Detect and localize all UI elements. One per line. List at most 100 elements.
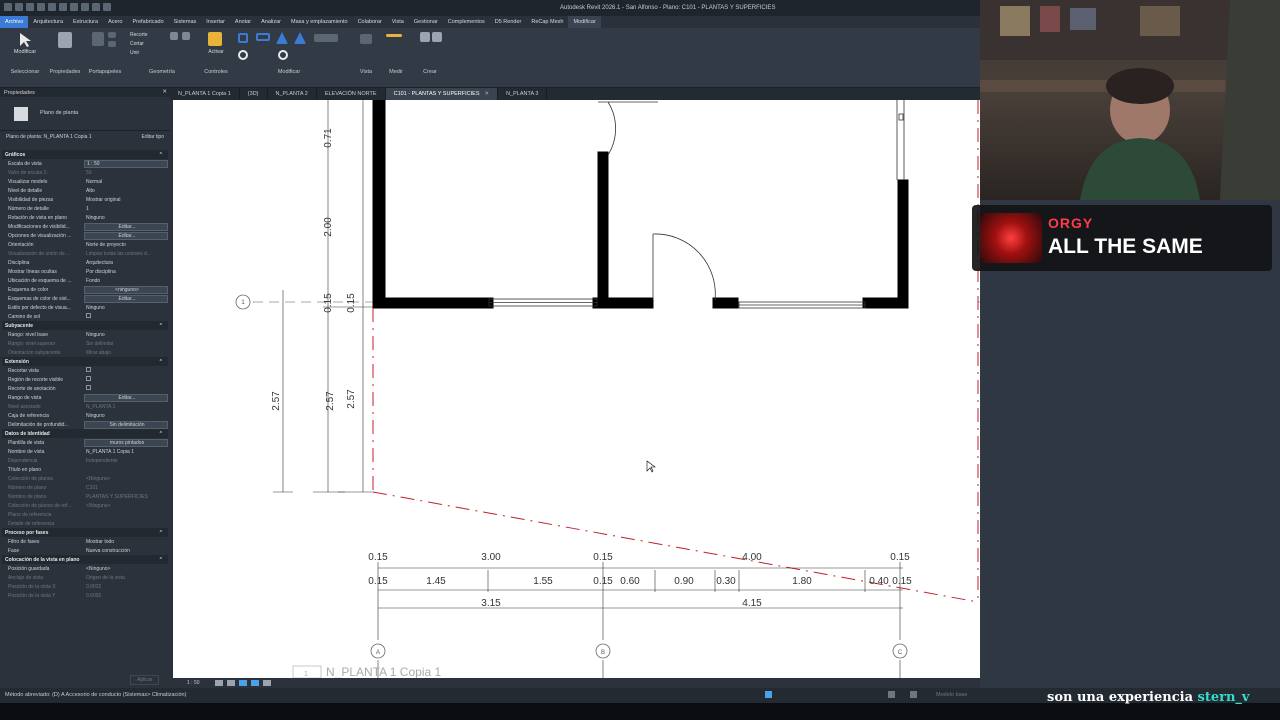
property-row[interactable]: Camino de sol <box>2 312 168 321</box>
collapse-icon[interactable]: ⌃ <box>159 359 163 365</box>
property-value[interactable]: Ninguno <box>84 305 168 311</box>
modify-button[interactable]: Modificar <box>4 49 46 55</box>
property-checkbox[interactable] <box>86 313 91 318</box>
property-value[interactable]: Fondo <box>84 278 168 284</box>
shadows-icon[interactable] <box>251 680 259 686</box>
property-row[interactable]: Dependencia Independiente <box>2 456 168 465</box>
property-row[interactable]: Ubicación de esquema de ... Fondo <box>2 276 168 285</box>
copy-icon[interactable] <box>108 32 116 38</box>
property-row[interactable]: Nivel de detalle Alto <box>2 186 168 195</box>
property-row[interactable]: Posición de la vista Y 0.6092 <box>2 591 168 600</box>
property-checkbox[interactable] <box>86 385 91 390</box>
property-row[interactable]: Orientación subyacente Mirar abajo <box>2 348 168 357</box>
activate-button[interactable]: Activar <box>198 49 234 55</box>
property-row[interactable]: Delimitación de profundid... Sin delimita… <box>2 420 168 429</box>
cursor-icon[interactable] <box>18 32 32 48</box>
menu-recap-mesh[interactable]: ReCap Mesh <box>526 19 568 25</box>
property-row[interactable]: Recortar vista <box>2 366 168 375</box>
apply-button[interactable]: Aplicar <box>130 675 160 685</box>
property-value[interactable] <box>84 385 168 392</box>
cope-button[interactable]: Recorte <box>130 31 148 40</box>
door-swing-2[interactable] <box>652 233 716 301</box>
property-row[interactable]: Número de detalle 1 <box>2 204 168 213</box>
property-row[interactable]: Recorte de anotación <box>2 384 168 393</box>
property-button[interactable]: Editar... <box>84 222 168 231</box>
menu-gestionar[interactable]: Gestionar <box>409 19 443 25</box>
property-category[interactable]: Gráficos ⌃ <box>2 150 168 159</box>
wall-bottom-mid[interactable] <box>592 297 654 309</box>
property-row[interactable]: Disciplina Arquitectura <box>2 258 168 267</box>
property-button[interactable]: <ninguno> <box>84 285 168 294</box>
tab-n-planta-2[interactable]: N_PLANTA 2 <box>268 88 317 100</box>
property-value[interactable]: Alto <box>84 188 168 194</box>
mirror-icon[interactable] <box>276 32 288 44</box>
property-row[interactable]: Visibilidad de piezas Mostrar original <box>2 195 168 204</box>
property-row[interactable]: Opciones de visualización ... Editar... <box>2 231 168 240</box>
property-row[interactable]: Nombre de vista N_PLANTA 1 Copia 1 <box>2 447 168 456</box>
sun-path-icon[interactable] <box>239 680 247 686</box>
edit-type-button[interactable]: Editar tipo <box>141 134 164 140</box>
activate-icon[interactable] <box>208 32 222 46</box>
split-face-icon[interactable] <box>182 32 190 40</box>
property-value[interactable]: Ninguno <box>84 332 168 338</box>
measure-icon[interactable] <box>81 3 89 11</box>
property-value[interactable]: <Ninguno> <box>84 566 168 572</box>
property-value[interactable] <box>84 367 168 374</box>
property-category[interactable]: Colocación de la vista en plano ⌃ <box>2 555 168 564</box>
cut-icon[interactable] <box>108 41 116 47</box>
property-row[interactable]: Mostrar líneas ocultas Por disciplina <box>2 267 168 276</box>
collapse-icon[interactable]: ⌃ <box>159 323 163 329</box>
property-row[interactable]: Plano de referencia <box>2 510 168 519</box>
properties-icon[interactable] <box>58 32 72 48</box>
property-row[interactable]: Caja de referencia Ninguno <box>2 411 168 420</box>
property-row[interactable]: Esquemas de color de sist... Editar... <box>2 294 168 303</box>
menu-archivo[interactable]: Archivo <box>0 16 29 28</box>
property-row[interactable]: Fase Nueva construcción <box>2 546 168 555</box>
close-tab-icon[interactable]: ✕ <box>485 91 490 97</box>
menu-acero[interactable]: Acero <box>103 19 127 25</box>
text-icon[interactable] <box>92 3 100 11</box>
view-icon[interactable] <box>360 34 372 44</box>
visual-style-icon[interactable] <box>227 680 235 686</box>
3d-view-icon[interactable] <box>103 3 111 11</box>
create-similar-icon[interactable] <box>420 32 430 42</box>
offset-icon[interactable] <box>256 33 270 41</box>
tab-elevacion-norte[interactable]: ELEVACIÓN NORTE <box>317 88 386 100</box>
mirror-draw-icon[interactable] <box>294 32 306 44</box>
menu-colaborar[interactable]: Colaborar <box>353 19 387 25</box>
redo-icon[interactable] <box>59 3 67 11</box>
crop-view-icon[interactable] <box>263 680 271 686</box>
save-icon[interactable] <box>26 3 34 11</box>
property-value[interactable]: Ninguno <box>84 215 168 221</box>
measure-tool-icon[interactable] <box>386 34 402 37</box>
collapse-icon[interactable]: ⌃ <box>159 557 163 563</box>
select-label[interactable]: Seleccionar <box>4 69 46 75</box>
property-row[interactable]: Anclaje de vista Origen de la vista <box>2 573 168 582</box>
menu-analizar[interactable]: Analizar <box>256 19 286 25</box>
menu-arquitectura[interactable]: Arquitectura <box>28 19 68 25</box>
property-row[interactable]: Plantilla de vista muros pintados <box>2 438 168 447</box>
property-category[interactable]: Subyacente ⌃ <box>2 321 168 330</box>
property-value[interactable] <box>84 313 168 320</box>
property-row[interactable]: Título en plano <box>2 465 168 474</box>
crop-region[interactable] <box>372 100 979 603</box>
view-scale[interactable]: 1 : 50 <box>187 680 200 686</box>
property-value[interactable]: N_PLANTA 1 Copia 1 <box>84 449 168 455</box>
property-row[interactable]: Rango de vista Editar... <box>2 393 168 402</box>
instance-filter[interactable]: Plano de planta: N_PLANTA 1 Copia 1 Edit… <box>0 131 170 143</box>
property-row[interactable]: Rango: nivel base Ninguno <box>2 330 168 339</box>
property-row[interactable]: Escala de vista 1 : 50 <box>2 159 168 168</box>
home-icon[interactable] <box>4 3 12 11</box>
filter-icon[interactable] <box>888 691 895 698</box>
rotate-icon[interactable] <box>278 50 288 60</box>
menu-insertar[interactable]: Insertar <box>201 19 230 25</box>
paint-icon[interactable] <box>170 32 178 40</box>
collapse-icon[interactable]: ⌃ <box>159 152 163 158</box>
property-category[interactable]: Proceso por fases ⌃ <box>2 528 168 537</box>
property-button[interactable]: Editar... <box>84 393 168 402</box>
property-checkbox[interactable] <box>86 376 91 381</box>
cut-button[interactable]: Cortar <box>130 40 148 49</box>
property-value[interactable] <box>84 376 168 383</box>
collapse-icon[interactable]: ⌃ <box>159 431 163 437</box>
tab-n-planta-1-copia[interactable]: N_PLANTA 1 Copia 1 <box>170 88 240 100</box>
